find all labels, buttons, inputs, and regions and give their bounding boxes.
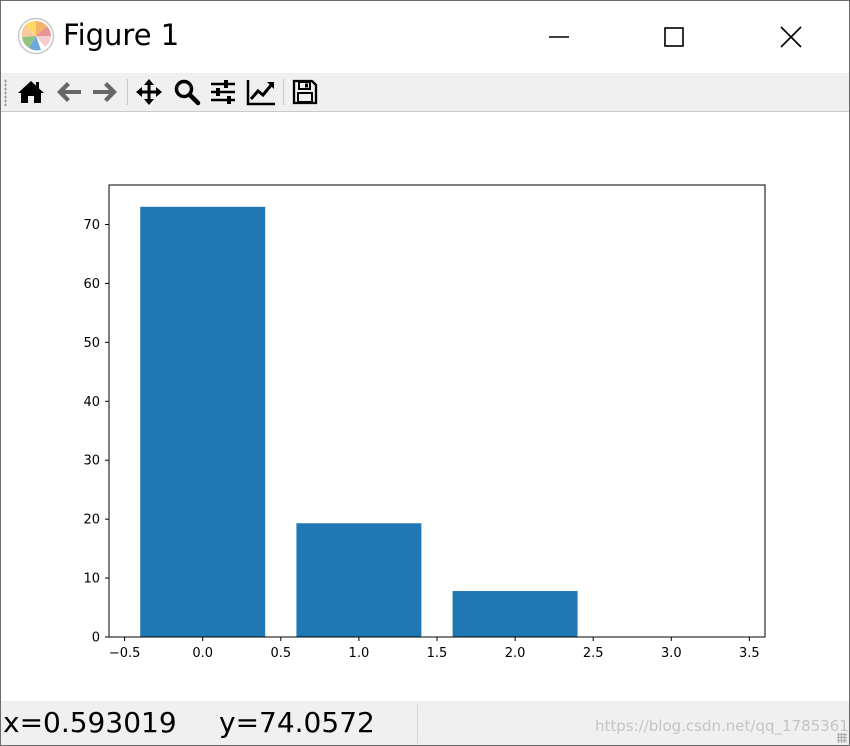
x-tick-label: 0.5	[270, 646, 291, 661]
bar	[296, 523, 422, 637]
arrow-right-icon	[93, 82, 117, 102]
edit-axis-button[interactable]	[245, 77, 277, 107]
y-coordinate-readout: y=74.0572	[219, 706, 375, 739]
x-tick-label: 3.5	[739, 646, 760, 661]
x-tick-label: 1.5	[427, 646, 448, 661]
zoom-button[interactable]	[171, 77, 203, 107]
y-tick-label: 60	[83, 277, 100, 292]
y-tick-label: 70	[83, 218, 100, 233]
magnifier-icon	[174, 79, 201, 106]
maximize-icon	[664, 27, 684, 47]
x-tick-label: 1.0	[349, 646, 370, 661]
line-chart-icon	[246, 80, 275, 106]
x-tick-label: 3.0	[661, 646, 682, 661]
figure-window: Figure 1 −0.5 0.0 0.5 1.0 1.5 2.0 2.5 3.…	[0, 0, 850, 746]
minimize-button[interactable]	[529, 13, 589, 61]
resize-grip[interactable]	[837, 733, 847, 743]
minimize-icon	[549, 36, 569, 38]
window-title: Figure 1	[63, 18, 180, 52]
bar	[140, 206, 266, 637]
x-tick-label: −0.5	[109, 646, 141, 661]
matplotlib-logo-icon	[17, 17, 55, 55]
bar	[452, 591, 578, 637]
y-tick-label: 20	[83, 513, 100, 528]
status-bar: x=0.593019 y=74.0572 https://blog.csdn.n…	[1, 701, 849, 745]
home-button[interactable]	[15, 77, 47, 107]
y-tick-label: 10	[83, 572, 100, 587]
toolbar-separator	[127, 79, 128, 105]
navigation-toolbar	[1, 73, 849, 112]
y-tick-label: 30	[83, 454, 100, 469]
y-tick-label: 40	[83, 395, 100, 410]
figure-canvas[interactable]: −0.5 0.0 0.5 1.0 1.5 2.0 2.5 3.0 3.5 0 10 20 30 40 50 6…	[1, 112, 849, 701]
toolbar-grip[interactable]	[4, 79, 7, 106]
x-tick-label: 0.0	[192, 646, 213, 661]
x-tick-label: 2.0	[505, 646, 526, 661]
title-bar[interactable]: Figure 1	[1, 1, 849, 73]
x-coordinate-readout: x=0.593019	[3, 706, 177, 739]
maximize-button[interactable]	[644, 13, 704, 61]
pan-button[interactable]	[133, 77, 165, 107]
y-tick-label: 0	[92, 631, 100, 646]
close-button[interactable]	[761, 13, 821, 61]
close-icon	[780, 26, 802, 48]
y-tick-label: 50	[83, 336, 100, 351]
save-button[interactable]	[289, 77, 321, 107]
back-button[interactable]	[53, 77, 85, 107]
bar-chart[interactable]: −0.5 0.0 0.5 1.0 1.5 2.0 2.5 3.0 3.5 0 10 20 30 40 50 6…	[1, 112, 849, 701]
floppy-disk-icon	[292, 79, 318, 105]
x-tick-label: 2.5	[583, 646, 604, 661]
status-divider	[417, 705, 418, 743]
watermark-text: https://blog.csdn.net/qq_17853613	[595, 717, 850, 735]
arrow-left-icon	[57, 82, 81, 102]
sliders-icon	[211, 80, 235, 104]
move-icon	[136, 79, 162, 105]
home-icon	[18, 81, 44, 103]
forward-button[interactable]	[89, 77, 121, 107]
toolbar-separator	[283, 79, 284, 105]
configure-subplots-button[interactable]	[207, 77, 239, 107]
